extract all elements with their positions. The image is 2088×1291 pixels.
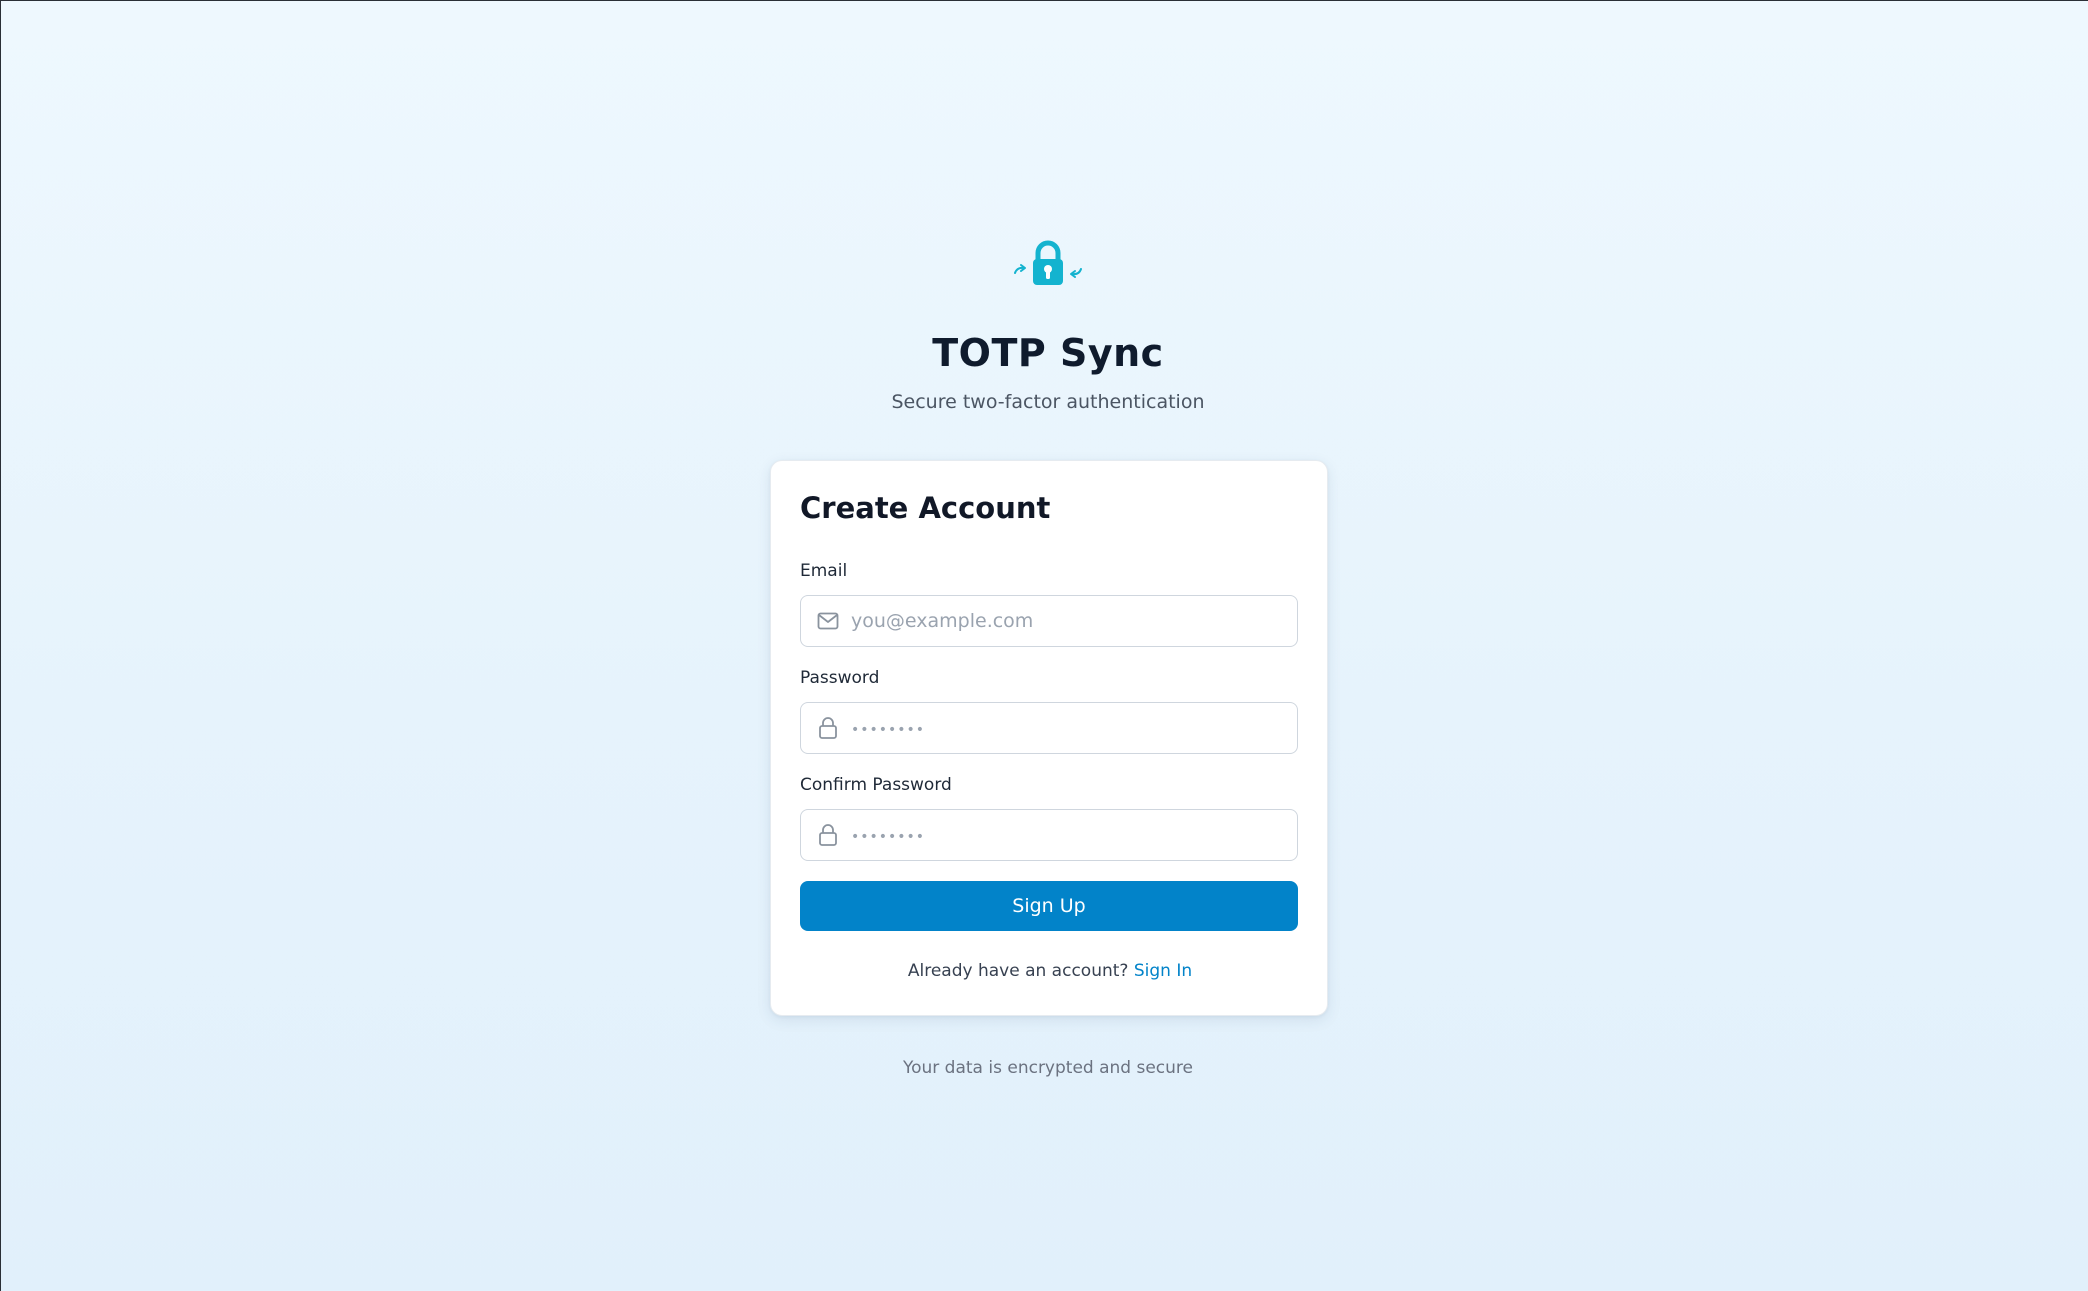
app-subtitle: Secure two-factor authentication bbox=[891, 391, 1205, 413]
sign-in-link[interactable]: Sign In bbox=[1134, 961, 1192, 981]
confirm-password-label: Confirm Password bbox=[800, 775, 952, 795]
password-field[interactable] bbox=[800, 702, 1298, 754]
lock-icon bbox=[816, 823, 840, 847]
password-label: Password bbox=[800, 668, 880, 688]
mail-icon bbox=[816, 609, 840, 633]
sign-in-prompt-text: Already have an account? bbox=[907, 961, 1129, 981]
password-input[interactable] bbox=[851, 708, 1281, 748]
lock-sync-icon bbox=[1010, 237, 1086, 291]
confirm-password-field[interactable] bbox=[800, 809, 1298, 861]
signup-card: Create Account Email Password bbox=[770, 460, 1328, 1016]
app-title: TOTP Sync bbox=[932, 331, 1164, 375]
signup-page: TOTP Sync Secure two-factor authenticati… bbox=[1, 1, 2088, 1291]
sign-in-prompt: Already have an account? Sign In bbox=[771, 961, 1329, 981]
form-title: Create Account bbox=[800, 491, 1051, 525]
security-note: Your data is encrypted and secure bbox=[902, 1058, 1193, 1078]
lock-icon bbox=[816, 716, 840, 740]
sign-up-button[interactable]: Sign Up bbox=[800, 881, 1298, 931]
email-input[interactable] bbox=[851, 601, 1281, 641]
confirm-password-input[interactable] bbox=[851, 815, 1281, 855]
email-label: Email bbox=[800, 561, 848, 581]
email-field[interactable] bbox=[800, 595, 1298, 647]
